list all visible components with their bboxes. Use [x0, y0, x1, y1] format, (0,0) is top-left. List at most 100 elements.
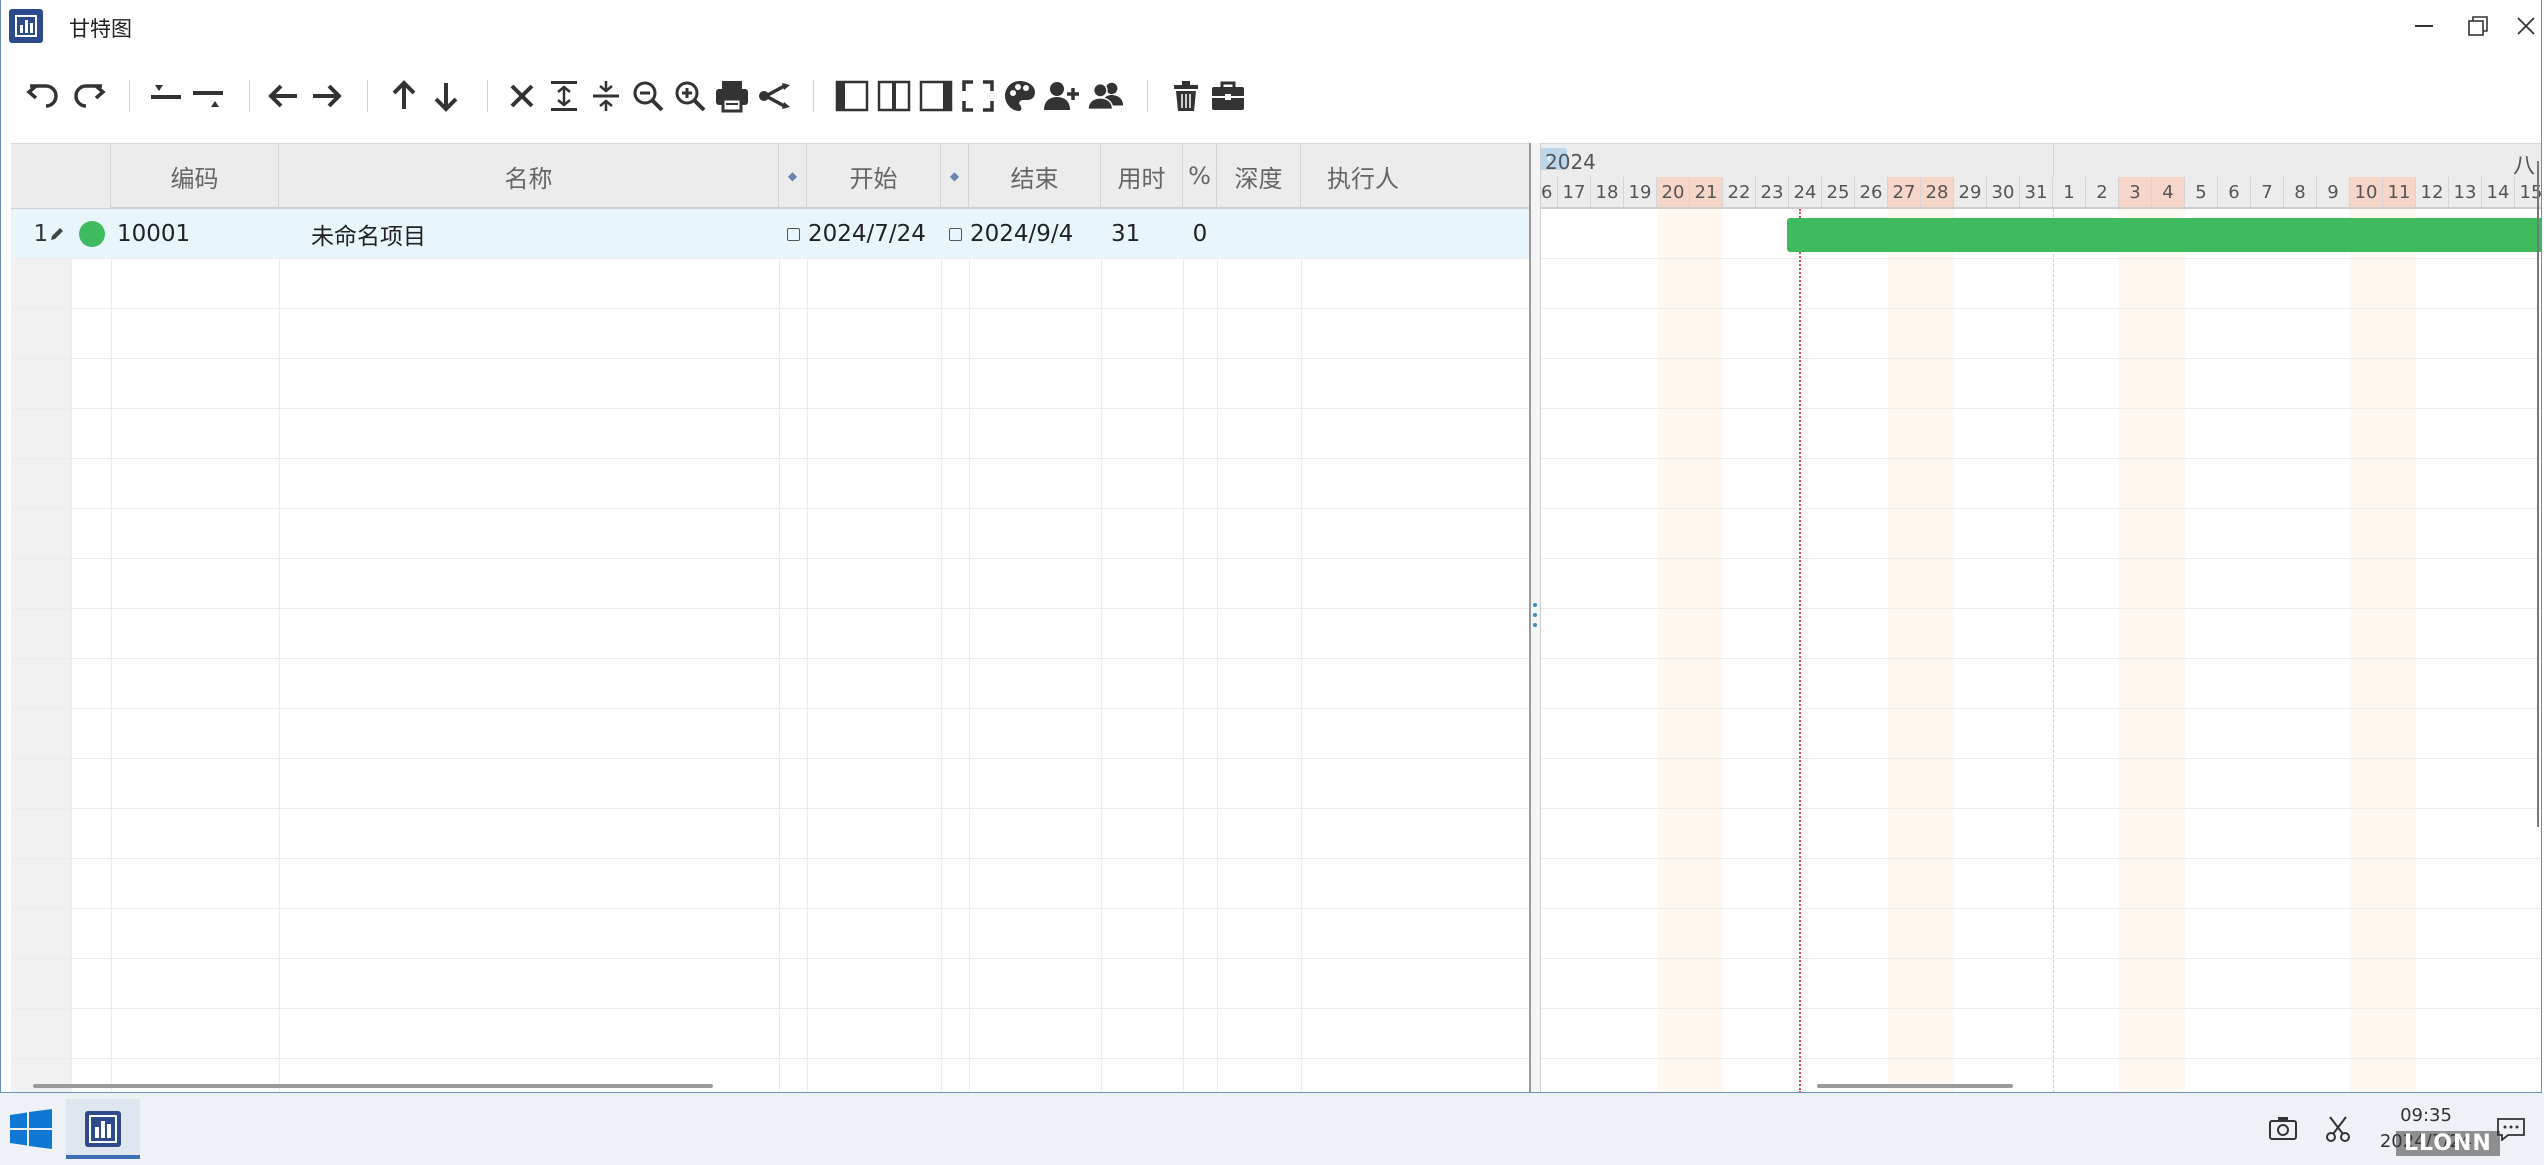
empty-row[interactable]: [11, 959, 1531, 1009]
empty-row[interactable]: [11, 409, 1531, 459]
col-header-depth[interactable]: 深度: [1217, 144, 1301, 208]
share-icon[interactable]: [755, 76, 793, 116]
col-header-duration[interactable]: 用时: [1101, 144, 1183, 208]
grid-horizontal-scrollbar[interactable]: [33, 1084, 713, 1088]
redo-icon[interactable]: [69, 76, 107, 116]
gantt-row[interactable]: [1541, 909, 2541, 959]
empty-row[interactable]: [11, 259, 1531, 309]
cell-start[interactable]: 2024/7/24: [787, 209, 937, 259]
palette-icon[interactable]: [1001, 76, 1039, 116]
gantt-row[interactable]: [1541, 709, 2541, 759]
notification-icon[interactable]: [2496, 1117, 2526, 1145]
end-milestone-toggle-icon[interactable]: ◆: [941, 144, 969, 208]
table-row[interactable]: 1 10001 未命名项目 2024/7/24 2024/9/4 31 0: [11, 209, 1531, 259]
timeline-day: 4: [2152, 177, 2185, 207]
insert-above-icon[interactable]: [147, 76, 185, 116]
cell-code[interactable]: 10001: [117, 209, 275, 259]
empty-row[interactable]: [11, 709, 1531, 759]
camera-icon[interactable]: [2268, 1115, 2298, 1145]
gantt-row[interactable]: [1541, 609, 2541, 659]
empty-row[interactable]: [11, 859, 1531, 909]
cell-assignee[interactable]: [1303, 209, 1529, 259]
scissors-icon[interactable]: [2324, 1115, 2352, 1147]
title-bar: 甘特图: [1, 0, 2541, 52]
empty-row[interactable]: [11, 509, 1531, 559]
empty-row[interactable]: [11, 659, 1531, 709]
col-header-end[interactable]: 结束: [969, 144, 1101, 208]
gantt-horizontal-scrollbar[interactable]: [1817, 1084, 2013, 1088]
gantt-row[interactable]: [1541, 1009, 2541, 1059]
users-icon[interactable]: [1087, 76, 1125, 116]
taskbar-gantt-app[interactable]: [66, 1099, 140, 1159]
col-header-code[interactable]: 编码: [111, 144, 279, 208]
panel-splitter[interactable]: [1529, 143, 1541, 1092]
timeline-day: 5: [2185, 177, 2218, 207]
outdent-left-arrow-icon[interactable]: [265, 76, 303, 116]
right-panel-layout-icon[interactable]: [917, 76, 955, 116]
collapse-rows-icon[interactable]: [587, 76, 625, 116]
gantt-row[interactable]: [1541, 1059, 2541, 1092]
today-line: [1799, 209, 1801, 1092]
cell-percent[interactable]: 0: [1185, 209, 1215, 259]
end-fixed-checkbox[interactable]: [949, 227, 962, 241]
left-panel-layout-icon[interactable]: [833, 76, 871, 116]
print-icon[interactable]: [713, 76, 751, 116]
close-window-button[interactable]: [2501, 6, 2541, 46]
zoom-out-icon[interactable]: [629, 76, 667, 116]
empty-row[interactable]: [11, 559, 1531, 609]
gantt-row[interactable]: [1541, 759, 2541, 809]
edit-pencil-icon[interactable]: [49, 209, 69, 259]
gantt-row[interactable]: [1541, 509, 2541, 559]
windows-start-icon[interactable]: [10, 1109, 52, 1153]
expand-rows-icon[interactable]: [545, 76, 583, 116]
col-header-name[interactable]: 名称: [279, 144, 779, 208]
task-bar[interactable]: [1787, 218, 2541, 252]
empty-row[interactable]: [11, 759, 1531, 809]
cell-duration[interactable]: 31: [1103, 209, 1189, 259]
toolbox-icon[interactable]: [1209, 76, 1247, 116]
move-down-arrow-icon[interactable]: [427, 76, 465, 116]
cell-end[interactable]: 2024/9/4: [949, 209, 1099, 259]
col-header-percent[interactable]: %: [1183, 144, 1217, 208]
empty-row[interactable]: [11, 609, 1531, 659]
trash-icon[interactable]: [1167, 76, 1205, 116]
col-header-assignee[interactable]: 执行人: [1301, 144, 1531, 208]
gantt-row[interactable]: [1541, 309, 2541, 359]
gantt-row[interactable]: [1541, 659, 2541, 709]
undo-icon[interactable]: [25, 76, 63, 116]
insert-below-icon[interactable]: [189, 76, 227, 116]
minimize-button[interactable]: [2399, 6, 2449, 46]
gantt-vertical-scrollbar[interactable]: [2537, 161, 2539, 827]
empty-row[interactable]: [11, 309, 1531, 359]
indent-right-arrow-icon[interactable]: [307, 76, 345, 116]
cell-depth[interactable]: [1219, 209, 1299, 259]
timeline-day: 20: [1657, 177, 1690, 207]
split-layout-icon[interactable]: [875, 76, 913, 116]
gantt-row[interactable]: [1541, 959, 2541, 1009]
splitter-grip-icon[interactable]: [1533, 603, 1537, 633]
start-milestone-toggle-icon[interactable]: ◆: [779, 144, 807, 208]
add-user-icon[interactable]: [1043, 76, 1081, 116]
empty-row[interactable]: [11, 1009, 1531, 1059]
gantt-row[interactable]: [1541, 809, 2541, 859]
delete-x-icon[interactable]: [503, 76, 541, 116]
fullscreen-icon[interactable]: [959, 76, 997, 116]
gantt-row[interactable]: [1541, 259, 2541, 309]
gantt-row[interactable]: [1541, 859, 2541, 909]
zoom-in-icon[interactable]: [671, 76, 709, 116]
gantt-row[interactable]: [1541, 559, 2541, 609]
timeline-day: 17: [1558, 177, 1591, 207]
timeline-day: 27: [1888, 177, 1921, 207]
empty-row[interactable]: [11, 809, 1531, 859]
col-header-start[interactable]: 开始: [807, 144, 941, 208]
cell-name[interactable]: 未命名项目: [311, 209, 771, 259]
restore-button[interactable]: [2453, 6, 2503, 46]
empty-row[interactable]: [11, 359, 1531, 409]
move-up-arrow-icon[interactable]: [385, 76, 423, 116]
gantt-row[interactable]: [1541, 459, 2541, 509]
empty-row[interactable]: [11, 909, 1531, 959]
gantt-row[interactable]: [1541, 359, 2541, 409]
gantt-row[interactable]: [1541, 409, 2541, 459]
start-fixed-checkbox[interactable]: [787, 227, 800, 241]
empty-row[interactable]: [11, 459, 1531, 509]
